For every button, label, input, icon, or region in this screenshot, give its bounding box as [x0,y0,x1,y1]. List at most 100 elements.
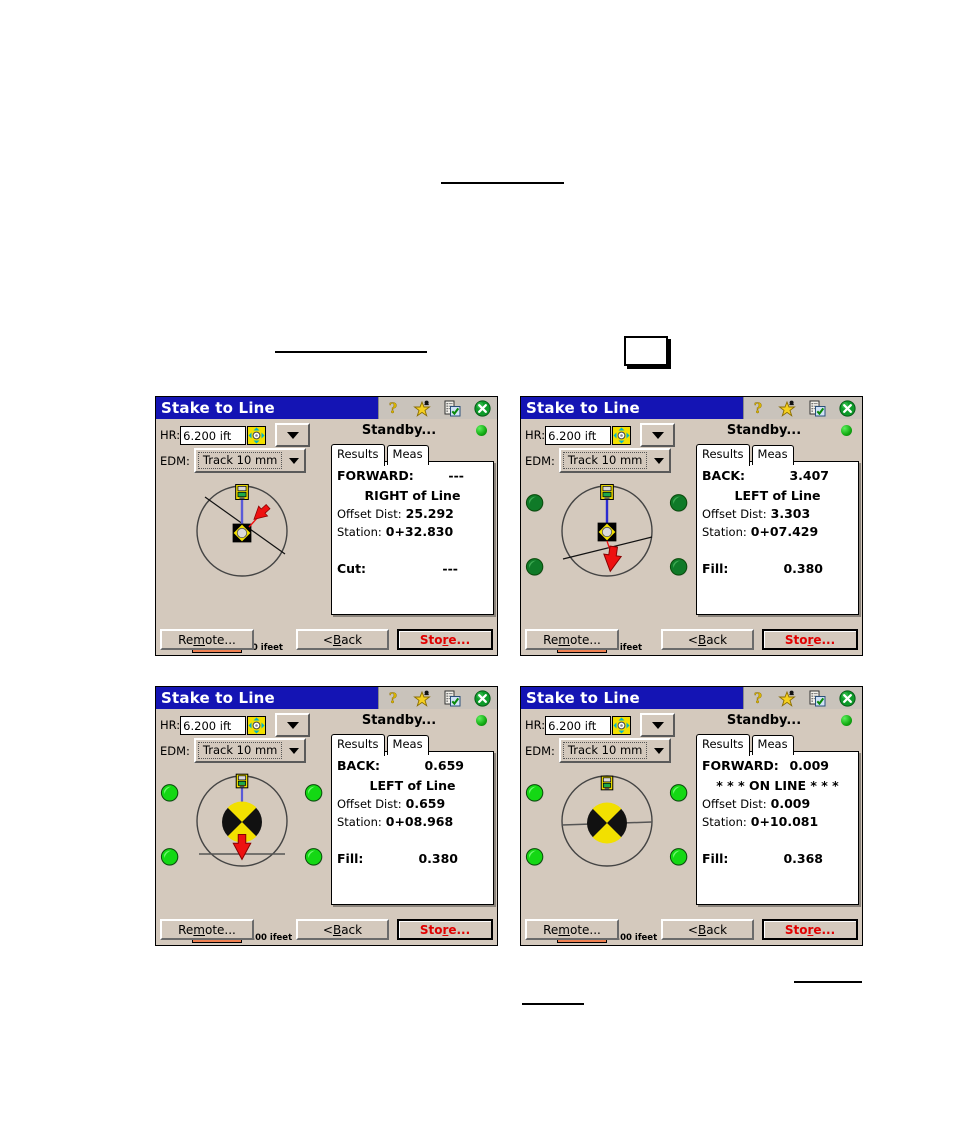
favorites-icon[interactable] [412,400,431,417]
window-title: Stake to Line [161,399,275,417]
tasks-icon[interactable] [809,400,826,417]
side-of-line: * * * ON LINE * * * [716,778,839,793]
offset-row: Offset Dist: 25.292 [337,506,488,521]
close-icon[interactable] [473,399,491,417]
remote-button[interactable]: Re m ote... [160,919,254,940]
back-button[interactable]: < Back [661,629,754,650]
station-value: 0+08.968 [385,814,454,829]
titlebar-icon-group: ? [743,687,862,709]
back-button[interactable]: < Back [296,629,389,650]
stakeout-graphic [196,484,288,577]
hr-label: HR: [525,718,546,732]
edm-label: EDM: [525,453,555,468]
station-row: Station: 0+32.830 [337,524,488,539]
edm-selected-value: Track 10 mm [197,742,283,759]
tab-results[interactable]: Results [696,734,750,756]
results-panel: BACK: 3.407 LEFT of Line Offset Dist: 3.… [696,461,859,615]
hr-input[interactable]: 6.200 ift [180,425,247,445]
favorites-icon[interactable] [777,690,796,707]
station-label: Station: [337,815,382,829]
results-panel: FORWARD: 0.009 * * * ON LINE * * * Offse… [696,751,859,905]
hr-dropdown-button[interactable] [640,423,676,447]
graphic-area [158,765,326,905]
offset-row: Offset Dist: 0.009 [702,796,853,811]
direction-label: BACK: [337,758,381,773]
tab-strip: Results Meas [331,444,429,466]
stakeout-graphic [561,775,653,867]
prism-target-icon[interactable] [612,715,632,735]
svg-text:?: ? [753,691,761,706]
offset-label: Offset Dist: [702,797,767,811]
favorites-icon[interactable] [777,400,796,417]
cutfill-value: 0.380 [783,561,823,576]
hr-label: HR: [160,718,181,732]
direction-row: FORWARD: 0.009 [702,758,853,773]
hr-dropdown-button[interactable] [640,713,676,737]
back-button[interactable]: < Back [661,919,754,940]
cutfill-label: Fill: [702,561,729,576]
instrument-icon [600,484,614,500]
close-icon[interactable] [473,689,491,707]
tasks-icon[interactable] [809,690,826,707]
back-button[interactable]: < Back [296,919,389,940]
help-icon[interactable]: ? [751,400,765,416]
prism-target-icon[interactable] [612,425,632,445]
help-icon[interactable]: ? [386,690,400,706]
graphic-area [523,475,691,615]
remote-button[interactable]: Re m ote... [160,629,254,650]
favorites-icon[interactable] [412,690,431,707]
edm-select[interactable]: Track 10 mm [193,738,307,763]
status-text: Standby... [726,423,802,438]
tab-meas[interactable]: Meas [386,735,429,755]
edm-select[interactable]: Track 10 mm [558,448,672,473]
titlebar-icon-group: ? [378,687,497,709]
offset-value: 3.303 [770,506,811,521]
survey-target-icon [587,802,627,844]
status-text: Standby... [726,713,802,728]
cutfill-row: Fill: 0.368 [702,851,853,866]
cutfill-value: --- [442,561,458,576]
close-icon[interactable] [838,689,856,707]
edm-select[interactable]: Track 10 mm [193,448,307,473]
tab-results[interactable]: Results [331,444,385,466]
prism-target-icon[interactable] [247,425,267,445]
store-button[interactable]: Sto r e... [762,629,858,650]
tab-meas[interactable]: Meas [751,445,794,465]
chevron-down-icon [289,457,300,464]
tasks-icon[interactable] [444,690,461,707]
help-icon[interactable]: ? [386,400,400,416]
store-button[interactable]: Sto r e... [762,919,858,940]
edm-label: EDM: [525,743,555,758]
tab-meas[interactable]: Meas [751,735,794,755]
offset-value: 0.009 [770,796,811,811]
edm-select[interactable]: Track 10 mm [558,738,672,763]
tab-meas[interactable]: Meas [386,445,429,465]
tab-results[interactable]: Results [331,734,385,756]
store-button[interactable]: Sto r e... [397,919,493,940]
direction-value: 3.407 [789,468,829,483]
store-button[interactable]: Sto r e... [397,629,493,650]
instrument-icon [600,775,614,791]
direction-label: BACK: [702,468,746,483]
hr-row: HR: 6.200 ift [160,423,311,447]
prism-target-icon[interactable] [247,715,267,735]
tasks-icon[interactable] [444,400,461,417]
remote-button[interactable]: Re m ote... [525,629,619,650]
close-icon[interactable] [838,399,856,417]
hr-dropdown-button[interactable] [275,423,311,447]
graphic-area [523,765,691,905]
direction-value: 0.659 [424,758,464,773]
stakeout-graphic [561,484,653,577]
chevron-down-icon [654,747,665,754]
hr-input[interactable]: 6.200 ift [180,715,247,735]
hr-dropdown-button[interactable] [275,713,311,737]
tab-results[interactable]: Results [696,444,750,466]
hr-input[interactable]: 6.200 ift [545,425,612,445]
offset-row: Offset Dist: 0.659 [337,796,488,811]
remote-button[interactable]: Re m ote... [525,919,619,940]
help-icon[interactable]: ? [751,690,765,706]
hr-input[interactable]: 6.200 ift [545,715,612,735]
titlebar-icon-group: ? [378,397,497,419]
title-bar: Stake to Line ? [156,687,497,709]
offset-label: Offset Dist: [702,507,767,521]
